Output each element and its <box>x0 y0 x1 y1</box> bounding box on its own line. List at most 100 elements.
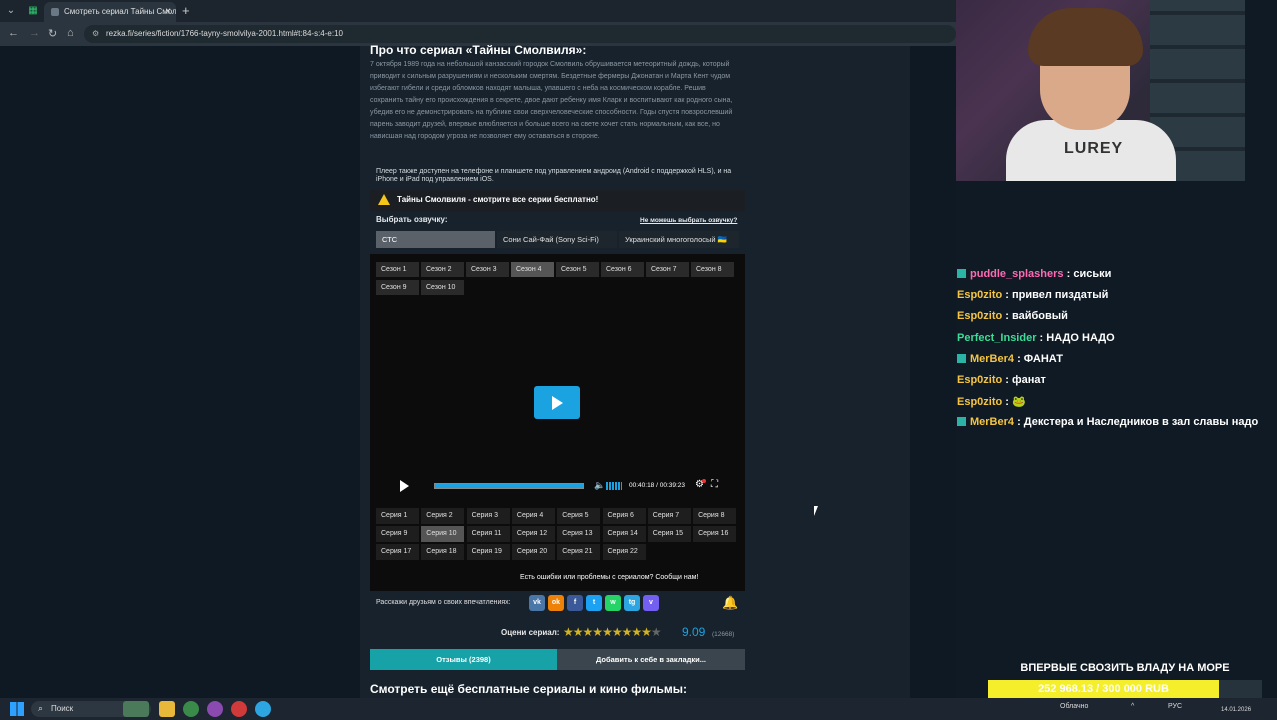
share-v-icon[interactable]: v <box>643 595 659 611</box>
progress-bar[interactable] <box>434 483 584 489</box>
weather-text[interactable]: Облачно <box>1060 703 1088 710</box>
share-t-icon[interactable]: t <box>586 595 602 611</box>
star-icon[interactable]: ★ <box>622 625 633 639</box>
season-tab[interactable]: Сезон 1 <box>376 262 419 277</box>
reload-icon[interactable]: ↻ <box>48 27 57 40</box>
episode-tab[interactable]: Серия 13 <box>557 526 601 542</box>
chat-username[interactable]: Esp0zito <box>957 310 1002 322</box>
share-tg-icon[interactable]: tg <box>624 595 640 611</box>
season-tab[interactable]: Сезон 4 <box>511 262 554 277</box>
star-icon[interactable]: ★ <box>592 625 603 639</box>
episode-tab[interactable]: Серия 8 <box>693 508 737 524</box>
episode-tab[interactable]: Серия 5 <box>557 508 601 524</box>
share-vk-icon[interactable]: vk <box>529 595 545 611</box>
season-tab[interactable]: Сезон 8 <box>691 262 734 277</box>
site-info-icon[interactable]: ⚙ <box>92 29 99 38</box>
episode-tab[interactable]: Серия 17 <box>376 544 419 560</box>
chat-message: MerBer4 : Декстера и Наследников в зал с… <box>957 416 1258 428</box>
play-icon-small[interactable] <box>400 480 409 492</box>
episode-tab[interactable]: Серия 1 <box>376 508 419 524</box>
season-tab[interactable]: Сезон 9 <box>376 280 419 295</box>
season-tab[interactable]: Сезон 6 <box>601 262 644 277</box>
sheets-tab-icon[interactable]: ▦ <box>26 4 40 18</box>
taskbar: ⌕ Поиск Облачно ^ РУС 14.01.2026 <box>0 698 1277 720</box>
bell-icon[interactable]: 🔔 <box>722 595 738 611</box>
tab-active[interactable]: Смотреть сериал Тайны Смолв × <box>44 2 176 22</box>
episode-tab[interactable]: Серия 15 <box>647 526 691 542</box>
chat-username[interactable]: puddle_splashers <box>970 268 1064 280</box>
episode-tab[interactable]: Серия 12 <box>511 526 555 542</box>
close-icon[interactable]: × <box>165 6 171 17</box>
landscape-widget-icon[interactable] <box>123 701 149 717</box>
episode-tab[interactable]: Серия 10 <box>421 526 465 542</box>
windows-start-icon[interactable] <box>10 702 24 716</box>
episode-tab[interactable]: Серия 18 <box>421 544 465 560</box>
folder-icon[interactable] <box>159 701 175 717</box>
share-ok-icon[interactable]: ok <box>548 595 564 611</box>
season-tab[interactable]: Сезон 7 <box>646 262 689 277</box>
episode-tab[interactable]: Серия 9 <box>376 526 419 542</box>
reviews-button[interactable]: Отзывы (2398) <box>370 649 557 670</box>
voice-option-sts[interactable]: СТС <box>376 231 495 248</box>
episode-tab[interactable]: Серия 16 <box>693 526 737 542</box>
episode-tab[interactable]: Серия 22 <box>602 544 646 560</box>
bookmark-button[interactable]: Добавить к себе в закладки... <box>557 649 745 670</box>
telegram-icon[interactable] <box>255 701 271 717</box>
episode-tab[interactable]: Серия 7 <box>647 508 691 524</box>
season-tab[interactable]: Сезон 10 <box>421 280 464 295</box>
fullscreen-icon[interactable]: ⛶ <box>711 479 718 490</box>
star-icon[interactable]: ★ <box>612 625 623 639</box>
volume-icon[interactable]: 🔈 <box>594 480 605 491</box>
star-icon[interactable]: ★ <box>563 625 574 639</box>
chat-username[interactable]: Esp0zito <box>957 396 1002 408</box>
tab-list-icon[interactable]: ⌄ <box>4 4 18 18</box>
star-icon[interactable]: ★ <box>651 625 662 639</box>
forward-icon[interactable]: → <box>29 27 40 39</box>
back-icon[interactable]: ← <box>8 27 19 39</box>
app-icon[interactable] <box>207 701 223 717</box>
player-controls: 🔈 00:40:18 / 00:39:23 ⚙ ⛶ <box>386 476 728 496</box>
voice-option-sony[interactable]: Сони Сай-Фай (Sony Sci-Fi) <box>497 231 617 248</box>
voice-option-ukr[interactable]: Украинский многоголосый 🇺🇦 <box>619 231 739 248</box>
episode-tab[interactable]: Серия 6 <box>602 508 646 524</box>
address-bar[interactable]: ⚙ rezka.fi/series/fiction/1766-tayny-smo… <box>84 25 956 43</box>
star-icon[interactable]: ★ <box>602 625 613 639</box>
star-icon[interactable]: ★ <box>583 625 594 639</box>
episode-tab[interactable]: Серия 11 <box>466 526 510 542</box>
home-icon[interactable]: ⌂ <box>67 27 74 39</box>
obs-icon[interactable] <box>231 701 247 717</box>
chat-text: : 🐸 <box>1002 396 1026 409</box>
share-f-icon[interactable]: f <box>567 595 583 611</box>
season-tab[interactable]: Сезон 3 <box>466 262 509 277</box>
language-indicator[interactable]: РУС <box>1168 703 1182 710</box>
tray-chevron-icon[interactable]: ^ <box>1131 703 1134 710</box>
episode-tab[interactable]: Серия 14 <box>602 526 646 542</box>
chrome-icon[interactable] <box>183 701 199 717</box>
voice-help-link[interactable]: Не можешь выбрать озвучку? <box>640 217 737 224</box>
play-button-large[interactable] <box>534 386 580 419</box>
episode-tab[interactable]: Серия 4 <box>511 508 555 524</box>
star-icon[interactable]: ★ <box>631 625 642 639</box>
season-tab[interactable]: Сезон 2 <box>421 262 464 277</box>
episode-tab[interactable]: Серия 2 <box>421 508 465 524</box>
episode-tab[interactable]: Серия 19 <box>466 544 510 560</box>
star-icon[interactable]: ★ <box>641 625 652 639</box>
chat-username[interactable]: Esp0zito <box>957 289 1002 301</box>
report-link[interactable]: Есть ошибки или проблемы с сериалом? Соо… <box>520 574 698 581</box>
volume-slider[interactable] <box>606 482 622 490</box>
episode-tab[interactable]: Серия 21 <box>557 544 601 560</box>
chat-username[interactable]: Esp0zito <box>957 374 1002 386</box>
rating-stars[interactable]: ★★★★★★★★★★ <box>563 625 662 639</box>
star-icon[interactable]: ★ <box>573 625 584 639</box>
episode-tab[interactable]: Серия 20 <box>511 544 555 560</box>
season-tab[interactable]: Сезон 5 <box>556 262 599 277</box>
share-w-icon[interactable]: w <box>605 595 621 611</box>
clock-date[interactable]: 14.01.2026 <box>1221 707 1251 713</box>
chat-message: Esp0zito : 🐸 <box>957 395 1026 408</box>
episode-tab[interactable]: Серия 3 <box>466 508 510 524</box>
rating-votes: (12668) <box>712 631 735 638</box>
chat-username[interactable]: MerBer4 <box>970 416 1014 428</box>
chat-username[interactable]: MerBer4 <box>970 353 1014 365</box>
new-tab-icon[interactable]: + <box>182 3 190 18</box>
chat-username[interactable]: Perfect_Insider <box>957 332 1036 344</box>
